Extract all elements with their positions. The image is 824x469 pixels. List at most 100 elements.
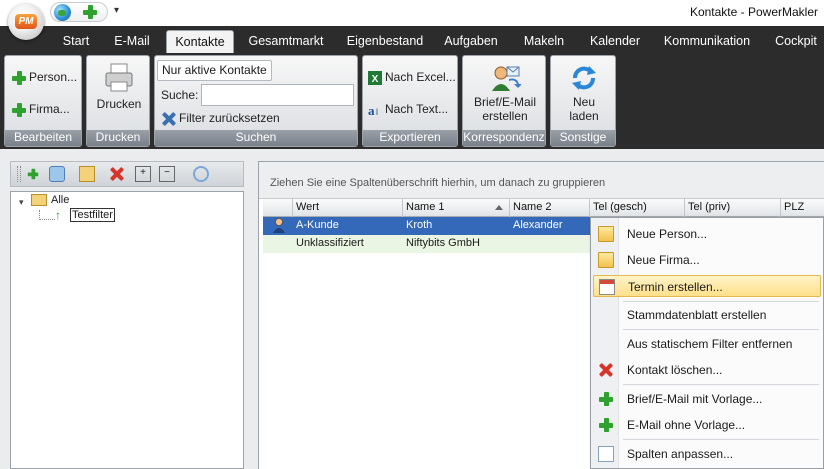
tab-cockpit[interactable]: Cockpit: [768, 30, 824, 53]
column-tel-gesch[interactable]: Tel (gesch): [590, 199, 685, 217]
globe-icon[interactable]: [54, 4, 71, 21]
menu-item-create-datasheet[interactable]: Stammdatenblatt erstellen: [593, 304, 821, 326]
tab-kontakte[interactable]: Kontakte: [166, 30, 234, 53]
contact-person-icon: [269, 217, 289, 235]
group-label-korrespondenz: Korrespondenz: [463, 130, 545, 146]
tab-email[interactable]: E-Mail: [106, 30, 158, 53]
folder-icon: [31, 194, 47, 207]
menu-item-create-appointment[interactable]: Termin erstellen...: [593, 275, 821, 297]
envelope-icon: [598, 226, 614, 242]
green-plus-icon: [598, 391, 614, 407]
tree-node-alle[interactable]: Alle: [31, 194, 69, 207]
cell-name1: Kroth: [406, 219, 433, 231]
refresh-icon: [572, 66, 596, 90]
envelope-icon: [598, 252, 614, 268]
group-label-suchen: Suchen: [155, 130, 357, 146]
window-title: Kontakte - PowerMakler: [689, 5, 818, 19]
context-menu: Neue Person... Neue Firma... Termin erst…: [590, 217, 824, 469]
add-firma-icon: [11, 102, 27, 118]
menu-item-customize-columns[interactable]: Spalten anpassen...: [593, 443, 821, 465]
new-person-button[interactable]: Person...: [11, 70, 77, 86]
person-mail-icon: [492, 66, 522, 91]
create-letter-email-button[interactable]: Brief/E-Mail erstellen: [467, 64, 543, 123]
clear-filter-icon: [161, 111, 177, 127]
menu-item-letter-with-template[interactable]: Brief/E-Mail mit Vorlage...: [593, 388, 821, 410]
quick-access-dropdown[interactable]: ▾: [114, 5, 119, 16]
app-menu-button[interactable]: PM: [8, 4, 44, 40]
menu-item-delete-contact[interactable]: Kontakt löschen...: [593, 359, 821, 381]
tab-eigenbestand[interactable]: Eigenbestand: [340, 30, 430, 53]
tree-connector: [39, 210, 55, 220]
cell-name2: Alexander: [513, 219, 563, 231]
active-filter-badge[interactable]: Nur aktive Kontakte: [157, 60, 272, 81]
collapse-all-icon[interactable]: −: [159, 166, 175, 182]
filter-node-icon: ↑: [55, 208, 61, 223]
calendar-icon: [599, 279, 615, 295]
print-button[interactable]: Drucken: [93, 62, 145, 111]
reload-button[interactable]: Neu laden: [555, 64, 613, 123]
filter-tree-toolbar: + −: [10, 161, 244, 187]
search-input[interactable]: [201, 84, 354, 106]
group-sonstige: Neu laden Sonstige: [550, 55, 616, 147]
add-icon[interactable]: [82, 4, 99, 21]
ribbon: Person... Firma... Bearbeiten Drucken Dr…: [0, 53, 824, 149]
cell-wert: Unklassifiziert: [296, 237, 364, 249]
search-label: Suche:: [161, 88, 199, 102]
export-text-button[interactable]: a l Nach Text...: [367, 102, 448, 118]
sort-asc-icon: [495, 205, 503, 210]
group-korrespondenz: Brief/E-Mail erstellen Korrespondenz: [462, 55, 546, 147]
group-by-hint[interactable]: Ziehen Sie eine Spaltenüberschrift hierh…: [259, 162, 824, 199]
add-filter-icon[interactable]: [25, 166, 41, 182]
tab-aufgaben[interactable]: Aufgaben: [438, 30, 504, 53]
ribbon-tabs: Start E-Mail Kontakte Gesamtmarkt Eigenb…: [0, 26, 824, 53]
delete-icon: [598, 362, 614, 378]
column-indicator: [263, 199, 293, 217]
text-export-icon: al: [368, 103, 378, 118]
group-label-sonstige: Sonstige: [551, 130, 615, 146]
delete-filter-icon[interactable]: [109, 166, 125, 182]
tab-kommunikation[interactable]: Kommunikation: [656, 30, 758, 53]
filter-tree: ▾ Alle ↑ Testfilter: [10, 191, 244, 469]
group-suchen: Nur aktive Kontakte Suche: Filter zurück…: [154, 55, 358, 147]
expander-icon[interactable]: ▾: [19, 197, 24, 208]
refresh-tree-icon[interactable]: [193, 166, 209, 182]
folder-icon[interactable]: [79, 166, 95, 182]
column-name1[interactable]: Name 1: [403, 199, 510, 217]
svg-text:l: l: [376, 107, 378, 117]
excel-icon: X: [368, 71, 382, 85]
expand-all-icon[interactable]: +: [135, 166, 151, 182]
menu-separator: [623, 384, 819, 385]
cell-name2: [510, 235, 590, 253]
columns-icon: [598, 446, 614, 462]
menu-item-new-firma[interactable]: Neue Firma...: [593, 249, 821, 271]
menu-item-email-without-template[interactable]: E-Mail ohne Vorlage...: [593, 414, 821, 436]
cell-name1: Niftybits GmbH: [406, 237, 480, 249]
app-logo: PM: [15, 14, 37, 29]
tree-node-testfilter[interactable]: ↑ Testfilter: [55, 208, 115, 223]
menu-separator: [623, 329, 819, 330]
column-wert[interactable]: Wert: [293, 199, 403, 217]
column-plz[interactable]: PLZ: [781, 199, 824, 217]
tab-gesamtmarkt[interactable]: Gesamtmarkt: [242, 30, 330, 53]
toolbar-grip: [17, 166, 21, 182]
reset-filter-button[interactable]: Filter zurücksetzen: [161, 111, 280, 127]
add-person-icon: [11, 70, 27, 86]
column-name2[interactable]: Name 2: [510, 199, 590, 217]
group-exportieren: X Nach Excel... a l Nach Text... Exportiere…: [362, 55, 458, 147]
group-bearbeiten: Person... Firma... Bearbeiten: [4, 55, 82, 147]
menu-separator: [623, 439, 819, 440]
group-label-bearbeiten: Bearbeiten: [5, 130, 81, 146]
group-drucken: Drucken Drucken: [86, 55, 150, 147]
tab-kalender[interactable]: Kalender: [582, 30, 648, 53]
grid-header: Wert Name 1 Name 2 Tel (gesch) Tel (priv…: [263, 199, 824, 217]
menu-item-new-person[interactable]: Neue Person...: [593, 223, 821, 245]
new-firma-button[interactable]: Firma...: [11, 102, 70, 118]
column-tel-priv[interactable]: Tel (priv): [685, 199, 781, 217]
tab-makeln[interactable]: Makeln: [516, 30, 572, 53]
database-icon[interactable]: [49, 166, 65, 182]
tab-start[interactable]: Start: [56, 30, 96, 53]
export-excel-button[interactable]: X Nach Excel...: [367, 70, 456, 86]
quick-access-toolbar: [50, 2, 108, 22]
menu-item-remove-from-filter[interactable]: Aus statischem Filter entfernen: [593, 333, 821, 355]
group-label-drucken: Drucken: [87, 130, 149, 146]
